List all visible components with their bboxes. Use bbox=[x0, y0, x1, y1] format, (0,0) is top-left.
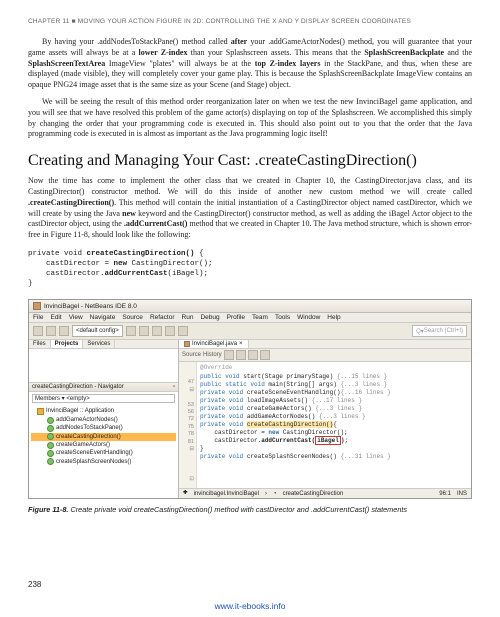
toolbar-button[interactable] bbox=[33, 326, 43, 336]
footer-link[interactable]: www.it-ebooks.info bbox=[0, 601, 500, 611]
menu-item[interactable]: Profile bbox=[227, 314, 245, 321]
body-paragraph-1: By having your .addNodesToStackPane() me… bbox=[28, 37, 472, 91]
ide-toolbar[interactable]: <default config> Q▾ Search (Ctrl+I) bbox=[29, 323, 471, 340]
toolbar-button[interactable] bbox=[126, 326, 136, 336]
line-gutter: 47⊟ 535672757881⊟ ⊡ bbox=[179, 362, 197, 488]
tree-item[interactable]: addNodesToStackPane() bbox=[31, 424, 176, 432]
menu-item[interactable]: View bbox=[69, 314, 83, 321]
status-method-icon: ◔ bbox=[273, 491, 277, 497]
method-icon bbox=[47, 450, 54, 457]
status-method: createCastingDirection bbox=[283, 491, 344, 497]
menu-item[interactable]: Refactor bbox=[150, 314, 175, 321]
menu-item[interactable]: Source bbox=[122, 314, 143, 321]
left-tab[interactable]: Files bbox=[29, 340, 51, 348]
menu-item[interactable]: Navigate bbox=[90, 314, 116, 321]
status-class-icon: 🞧 bbox=[183, 490, 188, 497]
ide-menubar[interactable]: File Edit View Navigate Source Refactor Run Deb… bbox=[29, 313, 471, 323]
toolbar-button[interactable] bbox=[165, 326, 175, 336]
toolbar-button[interactable] bbox=[59, 326, 69, 336]
menu-item[interactable]: Tools bbox=[275, 314, 290, 321]
left-tab[interactable]: Services bbox=[83, 340, 115, 348]
navigator-header: createCastingDirection - Navigator ▫ bbox=[29, 383, 178, 392]
ide-left-panel: FilesProjectsServices createCastingDirec… bbox=[29, 340, 179, 498]
config-combo[interactable]: <default config> bbox=[72, 325, 123, 337]
tree-item[interactable]: addGameActorNodes() bbox=[31, 416, 176, 424]
menu-item[interactable]: Team bbox=[252, 314, 268, 321]
navigator-title: createCastingDirection - Navigator bbox=[32, 384, 124, 390]
statusbar: 🞧 invincibagel.InvinciBagel › ◔ createCa… bbox=[179, 488, 471, 498]
ide-window: InvinciBagel - NetBeans IDE 8.0 File Edit… bbox=[28, 299, 472, 499]
ide-body: FilesProjectsServices createCastingDirec… bbox=[29, 340, 471, 498]
editor-tabs[interactable]: InvinciBagel.java × bbox=[179, 340, 471, 349]
code-block: private void createCastingDirection() { … bbox=[28, 249, 472, 290]
navigator-combo[interactable]: Members ▾ <empty> bbox=[32, 394, 175, 403]
tree-item-label: createSceneEventHandling() bbox=[56, 449, 133, 457]
page-number: 238 bbox=[28, 580, 41, 589]
close-icon[interactable]: × bbox=[239, 341, 243, 347]
menu-item[interactable]: Window bbox=[297, 314, 320, 321]
tree-item[interactable]: createSceneEventHandling() bbox=[31, 449, 176, 457]
left-tabs[interactable]: FilesProjectsServices bbox=[29, 340, 178, 349]
tree-item[interactable]: createSplashScreenNodes() bbox=[31, 458, 176, 466]
body-paragraph-2: We will be seeing the result of this met… bbox=[28, 97, 472, 140]
status-insert: INS bbox=[457, 491, 467, 497]
toolbar-button[interactable] bbox=[178, 326, 188, 336]
method-icon bbox=[47, 458, 54, 465]
panel-controls-icon[interactable]: ▫ bbox=[173, 384, 175, 390]
figure-caption: Figure 11-8. Create private void createC… bbox=[28, 505, 472, 514]
menu-item[interactable]: Help bbox=[327, 314, 340, 321]
chapter-header: CHAPTER 11 ■ MOVING YOUR ACTION FIGURE I… bbox=[28, 18, 472, 25]
toolbar-button[interactable] bbox=[236, 350, 246, 360]
toolbar-button[interactable] bbox=[46, 326, 56, 336]
status-position: 96:1 bbox=[439, 491, 451, 497]
editor-tab[interactable]: InvinciBagel.java × bbox=[179, 340, 249, 348]
class-icon bbox=[37, 408, 44, 415]
history-tab[interactable]: History bbox=[203, 352, 222, 358]
toolbar-button[interactable] bbox=[224, 350, 234, 360]
tree-item-label: createSplashScreenNodes() bbox=[56, 458, 131, 466]
toolbar-button[interactable] bbox=[248, 350, 258, 360]
left-tab[interactable]: Projects bbox=[51, 340, 84, 348]
source-tab[interactable]: Source bbox=[182, 352, 201, 358]
editor-toolbar[interactable]: Source History bbox=[179, 349, 471, 362]
tree-item[interactable]: createCastingDirection() bbox=[31, 433, 176, 441]
tree-item[interactable]: createGameActors() bbox=[31, 441, 176, 449]
tree-item[interactable]: InvinciBagel :: Application bbox=[31, 407, 176, 415]
menu-item[interactable]: File bbox=[33, 314, 43, 321]
app-icon bbox=[33, 302, 41, 310]
search-placeholder: Search (Ctrl+I) bbox=[424, 328, 463, 334]
method-icon bbox=[47, 442, 54, 449]
toolbar-button[interactable] bbox=[260, 350, 270, 360]
code-area[interactable]: @Override public void start(Stage primar… bbox=[197, 362, 471, 488]
search-input[interactable]: Q▾ Search (Ctrl+I) bbox=[412, 325, 467, 337]
status-class: invincibagel.InvinciBagel bbox=[194, 491, 259, 497]
editor-tab-label: InvinciBagel.java bbox=[192, 341, 237, 347]
section-title: Creating and Managing Your Cast: .create… bbox=[28, 152, 472, 170]
projects-pane bbox=[29, 349, 178, 383]
tree-item-label: createGameActors() bbox=[56, 441, 110, 449]
tree-item-label: createCastingDirection() bbox=[56, 433, 121, 441]
toolbar-button[interactable] bbox=[139, 326, 149, 336]
method-icon bbox=[47, 417, 54, 424]
tree-item-label: InvinciBagel :: Application bbox=[46, 407, 114, 415]
toolbar-button[interactable] bbox=[152, 326, 162, 336]
lead-paragraph: Now the time has come to implement the o… bbox=[28, 176, 472, 241]
menu-item[interactable]: Run bbox=[182, 314, 194, 321]
method-icon bbox=[47, 425, 54, 432]
menu-item[interactable]: Edit bbox=[50, 314, 61, 321]
navigator-tree[interactable]: InvinciBagel :: ApplicationaddGameActorN… bbox=[29, 405, 178, 468]
tree-item-label: addGameActorNodes() bbox=[56, 416, 118, 424]
file-icon bbox=[184, 341, 190, 347]
window-title: InvinciBagel - NetBeans IDE 8.0 bbox=[44, 303, 137, 310]
tree-item-label: addNodesToStackPane() bbox=[56, 424, 123, 432]
menu-item[interactable]: Debug bbox=[200, 314, 219, 321]
ide-editor-panel: InvinciBagel.java × Source History 47⊟ 5… bbox=[179, 340, 471, 498]
method-icon bbox=[47, 433, 54, 440]
ide-titlebar: InvinciBagel - NetBeans IDE 8.0 bbox=[29, 300, 471, 313]
editor-body: 47⊟ 535672757881⊟ ⊡ @Override public voi… bbox=[179, 362, 471, 488]
